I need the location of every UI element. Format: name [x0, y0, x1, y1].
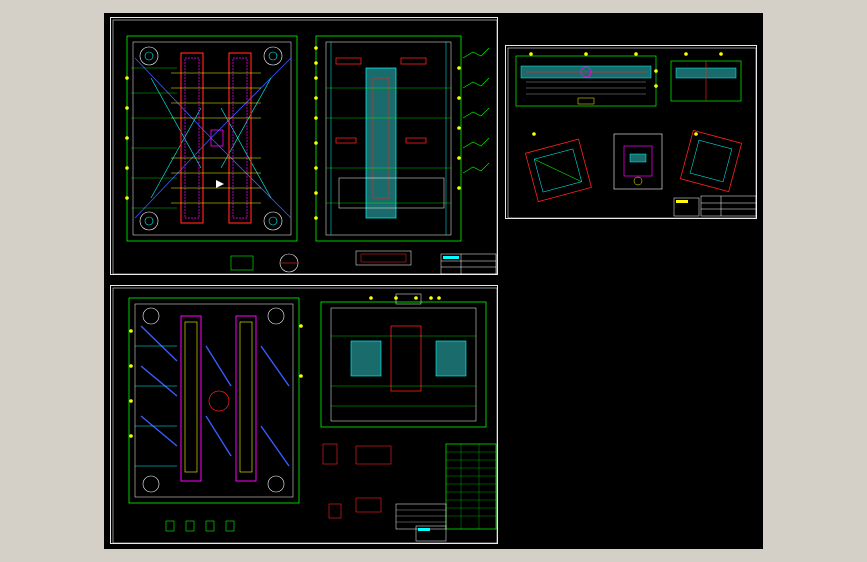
- callout-balloons-b: [129, 296, 441, 438]
- sheet-a-graphics: [112, 19, 498, 275]
- section-detail-right: [670, 60, 742, 102]
- section-detail-top: [515, 55, 657, 107]
- sub-details-b: [322, 443, 392, 519]
- sheet-c-graphics: [507, 47, 757, 219]
- callout-balloons: [125, 46, 461, 220]
- rotated-detail-right: [679, 129, 743, 193]
- bill-of-materials-table: [395, 443, 497, 542]
- part-details-bottom-row: [165, 520, 235, 532]
- drawing-sheet-details: [505, 45, 757, 219]
- section-view-side: [315, 35, 462, 242]
- small-details-bottom: [230, 250, 412, 273]
- title-block-c: [673, 195, 757, 217]
- detail-profiles: [462, 47, 490, 174]
- section-view-b: [320, 293, 487, 428]
- sheet-b-graphics: [112, 287, 498, 544]
- center-detail: [613, 133, 663, 190]
- plan-view-mold-base: [126, 35, 298, 242]
- drawing-sheet-mold-assembly-top: [110, 17, 498, 275]
- rotated-detail-left: [524, 138, 592, 203]
- drawing-sheet-mold-assembly-bottom: [110, 285, 498, 544]
- cad-drawing-viewport[interactable]: [104, 13, 763, 549]
- plan-view-mold-base-b: [128, 297, 300, 504]
